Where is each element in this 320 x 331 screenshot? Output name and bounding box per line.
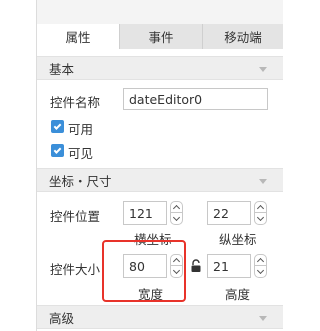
y-decrement-button[interactable]	[254, 213, 267, 225]
left-strip	[0, 0, 36, 331]
height-input[interactable]: 21	[207, 254, 251, 278]
height-increment-button[interactable]	[254, 254, 267, 266]
section-header-basic[interactable]: 基本	[37, 56, 283, 80]
panel-tabs: 属性 事件 移动端	[37, 24, 283, 49]
section-header-position-size[interactable]: 坐标・尺寸	[37, 168, 283, 192]
x-decrement-button[interactable]	[170, 213, 183, 225]
size-label: 控件大小	[50, 262, 101, 277]
tab-events[interactable]: 事件	[120, 24, 203, 49]
visible-checkbox[interactable]	[51, 144, 64, 157]
tab-mobile[interactable]: 移动端	[203, 24, 283, 49]
x-coordinate-stepper	[170, 201, 183, 225]
y-coordinate-stepper	[254, 201, 267, 225]
collapse-arrow-icon[interactable]	[259, 67, 267, 72]
chevron-down-icon	[256, 266, 265, 274]
lock-icon[interactable]	[190, 259, 202, 273]
properties-panel: 属性 事件 移动端 基本 控件名称 dateEditor0 可用 可见 坐标・尺…	[36, 0, 283, 331]
y-coordinate-input[interactable]: 22	[207, 201, 251, 225]
chevron-down-icon	[172, 213, 181, 221]
checkmark-icon	[53, 121, 62, 130]
checkmark-icon	[53, 145, 62, 154]
enabled-checkbox[interactable]	[51, 120, 64, 133]
visible-label: 可见	[68, 146, 94, 161]
chevron-up-icon	[172, 204, 181, 213]
tab-properties[interactable]: 属性	[37, 24, 120, 49]
widget-name-input[interactable]: dateEditor0	[123, 88, 268, 110]
chevron-up-icon	[256, 257, 265, 266]
highlight-annotation	[102, 240, 186, 302]
height-stepper	[254, 254, 267, 278]
section-title-advanced: 高级	[49, 310, 75, 326]
y-increment-button[interactable]	[254, 201, 267, 213]
x-coordinate-input[interactable]: 121	[123, 201, 167, 225]
section-title-position-size: 坐标・尺寸	[49, 173, 112, 189]
height-decrement-button[interactable]	[254, 266, 267, 278]
collapse-arrow-icon[interactable]	[259, 316, 267, 321]
widget-name-label: 控件名称	[50, 95, 101, 110]
chevron-up-icon	[256, 204, 265, 213]
enabled-label: 可用	[68, 122, 94, 137]
chevron-down-icon	[256, 213, 265, 221]
section-title-basic: 基本	[49, 61, 75, 77]
height-label: 高度	[225, 287, 251, 302]
x-increment-button[interactable]	[170, 201, 183, 213]
collapse-arrow-icon[interactable]	[259, 179, 267, 184]
panel-topbar	[37, 0, 283, 24]
position-label: 控件位置	[50, 209, 101, 224]
y-coordinate-label: 纵坐标	[219, 232, 257, 247]
section-header-advanced[interactable]: 高级	[37, 305, 283, 329]
